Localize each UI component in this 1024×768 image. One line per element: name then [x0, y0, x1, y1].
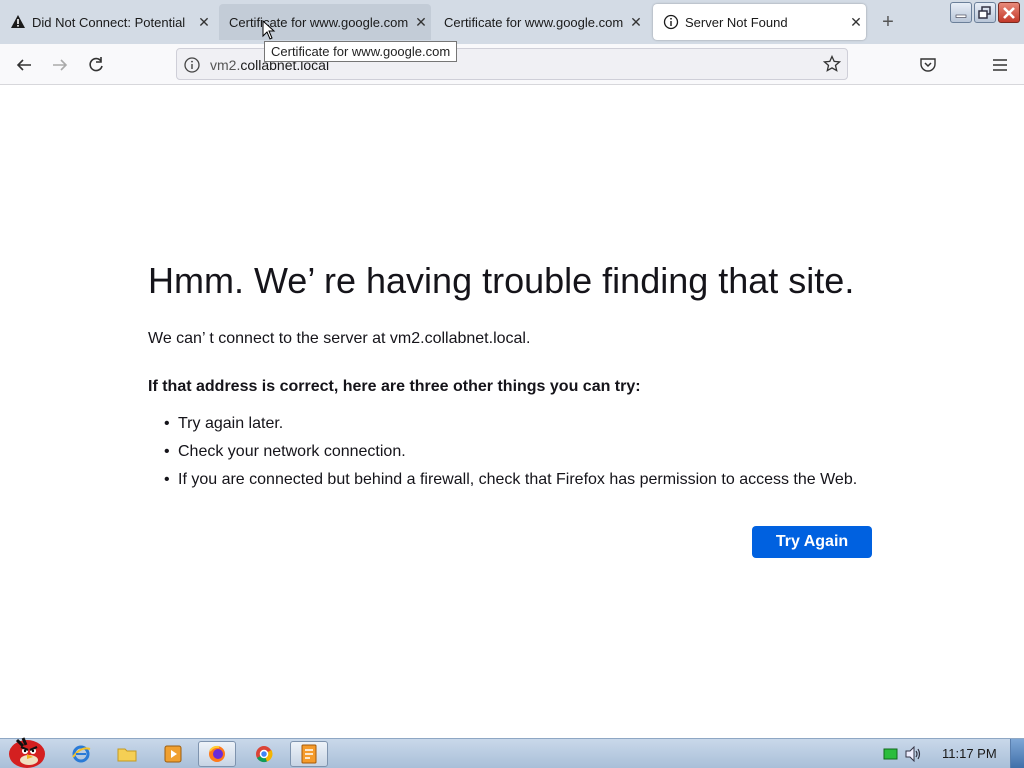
tab-server-not-found[interactable]: Server Not Found ✕ [653, 4, 866, 40]
pocket-icon[interactable] [915, 52, 941, 78]
tab-title: Certificate for www.google.com [229, 14, 409, 30]
error-message: We can’ t connect to the server at vm2.c… [148, 330, 531, 347]
forward-arrow-icon[interactable] [47, 52, 73, 78]
internet-explorer-icon[interactable] [62, 741, 100, 767]
list-item: Try again later. [148, 410, 908, 438]
chrome-icon[interactable] [245, 741, 283, 767]
navigation-toolbar: vm2.collabnet.local [0, 44, 1024, 85]
minimize-window-icon[interactable] [950, 2, 972, 23]
error-heading: Hmm. We’ re having trouble finding that … [148, 260, 855, 301]
tab-did-not-connect[interactable]: Did Not Connect: Potential ✕ [0, 4, 214, 40]
suggestions-title: If that address is correct, here are thr… [148, 378, 641, 395]
warning-icon [10, 14, 26, 30]
firefox-taskbar-icon[interactable] [198, 741, 236, 767]
media-player-icon[interactable] [154, 741, 192, 767]
file-explorer-folder-icon[interactable] [108, 741, 146, 767]
url-prefix: vm2. [210, 57, 241, 73]
clock-time[interactable]: 11:17 PM [942, 746, 997, 761]
try-again-button[interactable]: Try Again [752, 526, 872, 558]
notes-app-icon[interactable] [290, 741, 328, 767]
tab-title: Did Not Connect: Potential [32, 14, 186, 30]
taskbar: 11:17 PM [0, 737, 1024, 768]
error-page: Hmm. We’ re having trouble finding that … [148, 258, 908, 494]
new-tab-plus-icon[interactable]: + [876, 10, 900, 34]
close-window-icon[interactable] [998, 2, 1020, 23]
tab-title: Certificate for www.google.com [444, 14, 624, 30]
tab-title: Server Not Found [685, 14, 788, 30]
back-arrow-icon[interactable] [11, 52, 37, 78]
tab-close-icon[interactable]: ✕ [846, 14, 866, 31]
tab-certificate-1[interactable]: Certificate for www.google.com ✕ [219, 4, 431, 40]
site-info-icon[interactable] [183, 56, 201, 79]
tab-close-icon[interactable]: ✕ [194, 14, 214, 31]
info-icon [663, 14, 679, 30]
mouse-cursor-icon [262, 19, 276, 45]
list-item: If you are connected but behind a firewa… [148, 466, 908, 494]
volume-speaker-icon[interactable] [898, 741, 928, 767]
start-button-angry-bird-icon[interactable] [2, 731, 50, 768]
tab-close-icon[interactable]: ✕ [626, 14, 646, 31]
list-item: Check your network connection. [148, 438, 908, 466]
reload-icon[interactable] [83, 52, 109, 78]
hamburger-menu-icon[interactable] [987, 52, 1013, 78]
show-desktop-button[interactable] [1010, 739, 1024, 768]
tab-close-icon[interactable]: ✕ [411, 14, 431, 31]
tab-strip: Did Not Connect: Potential ✕ Certificate… [0, 0, 1024, 44]
tab-certificate-2[interactable]: Certificate for www.google.com ✕ [434, 4, 646, 40]
bookmark-star-icon[interactable] [822, 54, 842, 78]
tab-tooltip: Certificate for www.google.com [264, 41, 458, 62]
suggestions-list: Try again later. Check your network conn… [148, 410, 908, 494]
restore-window-icon[interactable] [974, 2, 996, 23]
